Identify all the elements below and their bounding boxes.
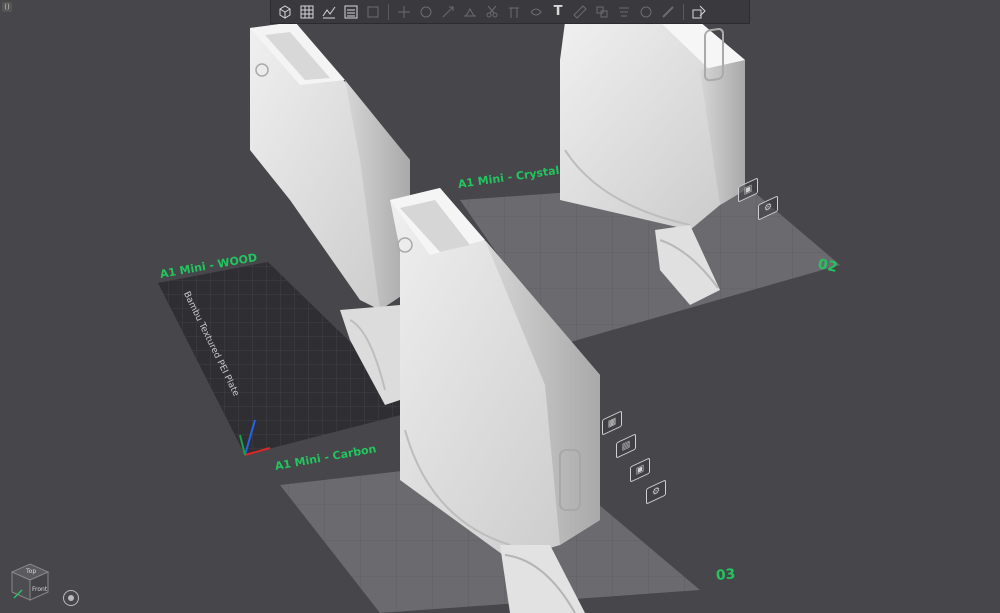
add-icon[interactable] (275, 2, 295, 22)
text-icon[interactable]: T (548, 2, 568, 22)
measure-icon[interactable] (570, 2, 590, 22)
move-icon[interactable] (394, 2, 414, 22)
navcube-front-label: Front (32, 586, 48, 593)
text-tool-label: T (553, 4, 563, 19)
boolean-icon[interactable] (689, 2, 709, 22)
collapse-button[interactable]: () (2, 2, 12, 12)
layers-icon[interactable] (363, 2, 383, 22)
view-reset-icon[interactable] (63, 590, 79, 606)
navcube-top-label: Top (26, 568, 37, 575)
main-toolbar: T (270, 0, 750, 24)
toolbar-separator (683, 3, 684, 20)
seam-icon[interactable] (526, 2, 546, 22)
arrange-icon[interactable] (297, 2, 317, 22)
lay-flat-icon[interactable] (460, 2, 480, 22)
navigation-cube[interactable]: Top Front (10, 562, 50, 602)
paint-icon[interactable] (658, 2, 678, 22)
assembly-icon[interactable] (592, 2, 612, 22)
plate-number-03: 03 (715, 566, 737, 584)
toolbar-separator (388, 3, 389, 20)
support-icon[interactable] (504, 2, 524, 22)
variable-layer-icon[interactable] (614, 2, 634, 22)
cut-icon[interactable] (482, 2, 502, 22)
slice-icon[interactable] (319, 2, 339, 22)
rotate-icon[interactable] (416, 2, 436, 22)
plate-icon[interactable] (341, 2, 361, 22)
scale-icon[interactable] (438, 2, 458, 22)
3d-viewport[interactable] (0, 0, 1000, 613)
color-icon[interactable] (636, 2, 656, 22)
